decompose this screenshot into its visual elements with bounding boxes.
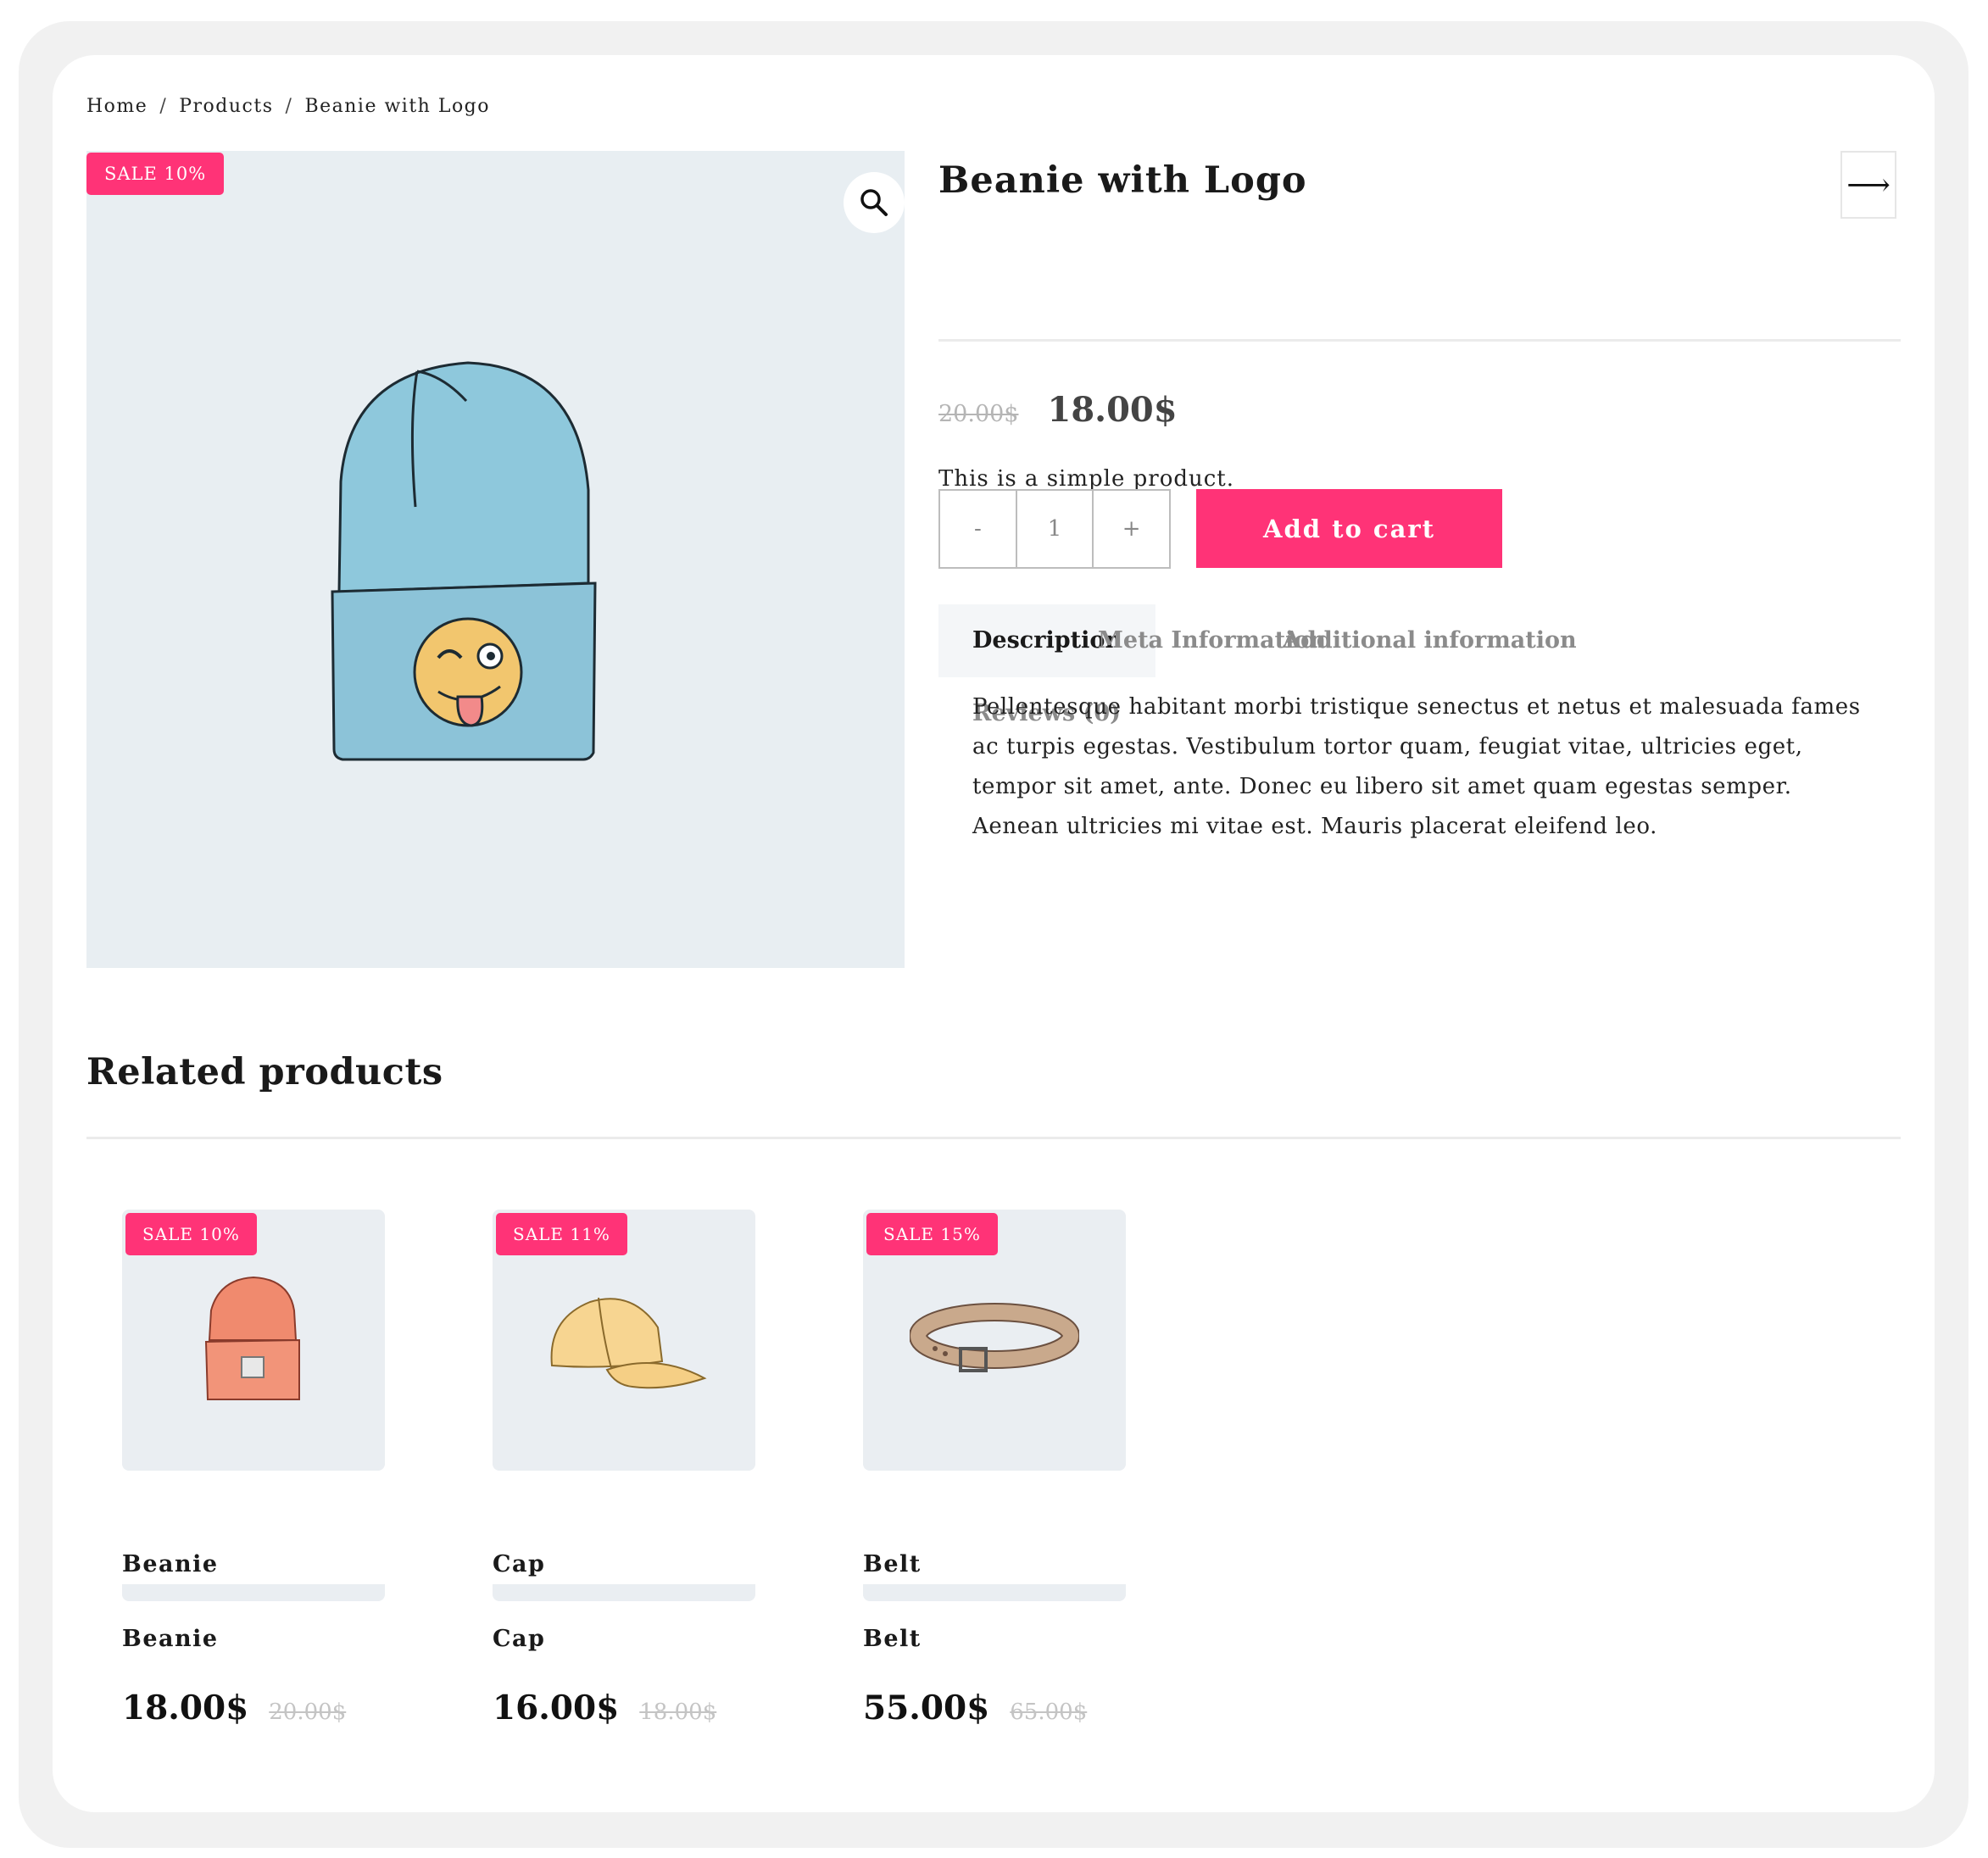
product-page-card: Home / Products / Beanie with Logo SALE … — [53, 55, 1935, 1812]
product-name[interactable]: Beanie — [122, 1551, 219, 1577]
quantity-input[interactable]: 1 — [1015, 491, 1093, 567]
breadcrumb-current: Beanie with Logo — [304, 96, 491, 117]
breadcrumb-home-link[interactable]: Home — [86, 96, 148, 117]
sale-badge: SALE 11% — [496, 1213, 627, 1255]
sale-price: 55.00$ — [863, 1688, 990, 1727]
description-panel: Pellentesque habitant morbi tristique se… — [972, 694, 1861, 839]
product-price: 18.00$ 20.00$ — [122, 1688, 346, 1727]
old-price: 65.00$ — [1010, 1699, 1088, 1725]
product-image-gallery[interactable]: SALE 10% — [86, 151, 905, 968]
related-product-card[interactable]: SALE 10% Beanie Beanie 18.00$ 20.00$ — [122, 1210, 385, 1727]
product-name[interactable]: Belt — [863, 1551, 922, 1577]
product-thumbnail[interactable]: SALE 11% — [493, 1210, 755, 1471]
divider — [938, 339, 1901, 342]
old-price: 20.00$ — [938, 401, 1019, 427]
related-products-heading: Related products — [86, 1051, 443, 1093]
card-underline — [122, 1584, 385, 1601]
product-price: 55.00$ 65.00$ — [863, 1688, 1087, 1727]
sale-badge: SALE 10% — [86, 153, 225, 195]
price: 20.00$ 18.00$ — [938, 390, 1178, 430]
sale-badge: SALE 10% — [125, 1213, 257, 1255]
sale-price: 18.00$ — [1047, 390, 1178, 430]
breadcrumb-separator: / — [159, 96, 168, 117]
old-price: 20.00$ — [269, 1699, 347, 1725]
quantity-decrease-button[interactable]: - — [940, 491, 1016, 567]
breadcrumb: Home / Products / Beanie with Logo — [86, 96, 490, 117]
add-to-cart-button[interactable]: Add to cart — [1196, 489, 1502, 568]
product-name[interactable]: Beanie — [122, 1626, 219, 1652]
divider — [86, 1137, 1901, 1139]
product-price: 16.00$ 18.00$ — [493, 1688, 716, 1727]
cap-image — [550, 1297, 707, 1389]
belt-image — [910, 1303, 1079, 1372]
quantity-increase-button[interactable]: + — [1092, 491, 1169, 567]
product-name[interactable]: Cap — [493, 1551, 545, 1577]
product-name[interactable]: Cap — [493, 1626, 545, 1652]
page-frame: Home / Products / Beanie with Logo SALE … — [19, 21, 1969, 1848]
product-thumbnail[interactable]: SALE 10% — [122, 1210, 385, 1471]
old-price: 18.00$ — [639, 1699, 717, 1725]
arrow-right-icon: ⟶ — [1846, 167, 1891, 203]
breadcrumb-products-link[interactable]: Products — [179, 96, 273, 117]
sale-price: 18.00$ — [122, 1688, 249, 1727]
product-name[interactable]: Belt — [863, 1626, 922, 1652]
related-product-card[interactable]: SALE 11% Cap Cap 16.00$ 18.00$ — [493, 1210, 755, 1727]
beanie-with-logo-image — [331, 361, 597, 761]
search-icon — [860, 189, 888, 216]
sale-badge: SALE 15% — [866, 1213, 998, 1255]
next-product-button[interactable]: ⟶ — [1840, 151, 1896, 219]
sale-price: 16.00$ — [493, 1688, 620, 1727]
short-description: This is a simple product. — [938, 466, 1235, 492]
beanie-image — [204, 1276, 300, 1400]
product-thumbnail[interactable]: SALE 15% — [863, 1210, 1126, 1471]
card-underline — [493, 1584, 755, 1601]
breadcrumb-separator: / — [285, 96, 293, 117]
product-title: Beanie with Logo — [938, 159, 1307, 202]
tab-additional-information[interactable]: Additional information — [1283, 604, 1577, 677]
card-underline — [863, 1584, 1126, 1601]
quantity-stepper: - 1 + — [938, 489, 1171, 569]
related-product-card[interactable]: SALE 15% Belt Belt 55.00$ 65.00$ — [863, 1210, 1126, 1727]
zoom-button[interactable] — [844, 172, 905, 233]
